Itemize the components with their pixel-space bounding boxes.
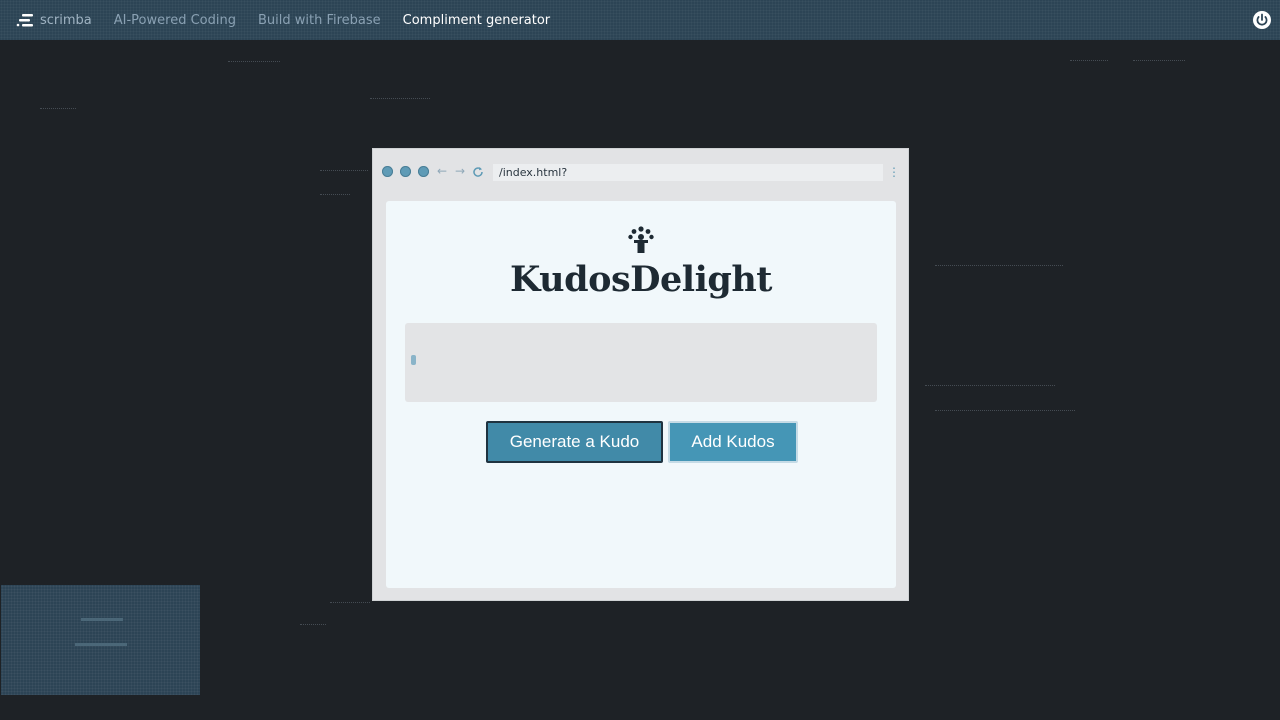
thumbnail-line <box>75 643 127 646</box>
dimmed-line <box>320 170 368 172</box>
back-arrow-icon[interactable]: ← <box>437 164 447 178</box>
reload-icon[interactable] <box>472 166 484 178</box>
video-thumbnail[interactable] <box>1 585 200 695</box>
dimmed-line <box>1070 60 1108 62</box>
dimmed-line <box>935 265 1063 267</box>
forward-arrow-icon[interactable]: → <box>455 164 465 178</box>
add-kudos-button[interactable]: Add Kudos <box>668 421 798 463</box>
dimmed-line <box>370 98 430 100</box>
kudo-textarea[interactable] <box>405 323 877 402</box>
app-page: KudosDelight Generate a Kudo Add Kudos <box>386 201 896 588</box>
window-dot-icon[interactable] <box>418 166 429 177</box>
people-celebrate-icon <box>628 226 654 253</box>
window-dot-icon[interactable] <box>400 166 411 177</box>
url-bar[interactable]: /index.html? <box>493 164 883 181</box>
dimmed-line <box>320 194 350 196</box>
breadcrumb-course[interactable]: AI-Powered Coding <box>114 13 236 28</box>
scrimba-logo-icon <box>16 14 33 27</box>
power-icon[interactable] <box>1252 10 1272 30</box>
generate-kudo-button[interactable]: Generate a Kudo <box>486 421 663 463</box>
dimmed-line <box>935 410 1075 412</box>
dimmed-line <box>330 602 370 604</box>
dimmed-line <box>40 108 76 110</box>
preview-window: ← → /index.html? ⋮ KudosDelight Generate… <box>373 149 908 600</box>
breadcrumb-current: Compliment generator <box>402 12 551 28</box>
text-cursor <box>411 355 416 365</box>
top-bar: scrimba AI-Powered Coding Build with Fir… <box>0 0 1280 40</box>
browser-toolbar: ← → /index.html? ⋮ <box>373 149 908 195</box>
thumbnail-line <box>81 618 123 621</box>
dimmed-line <box>925 385 1055 387</box>
window-dot-icon[interactable] <box>382 166 393 177</box>
dimmed-line <box>228 61 280 63</box>
brand-name: scrimba <box>40 12 92 28</box>
dimmed-line <box>1133 60 1185 62</box>
app-title: KudosDelight <box>510 259 772 300</box>
breadcrumb-module[interactable]: Build with Firebase <box>258 13 381 28</box>
more-menu-icon[interactable]: ⋮ <box>888 166 900 178</box>
brand-link[interactable]: scrimba <box>16 12 92 28</box>
dimmed-line <box>300 624 326 626</box>
